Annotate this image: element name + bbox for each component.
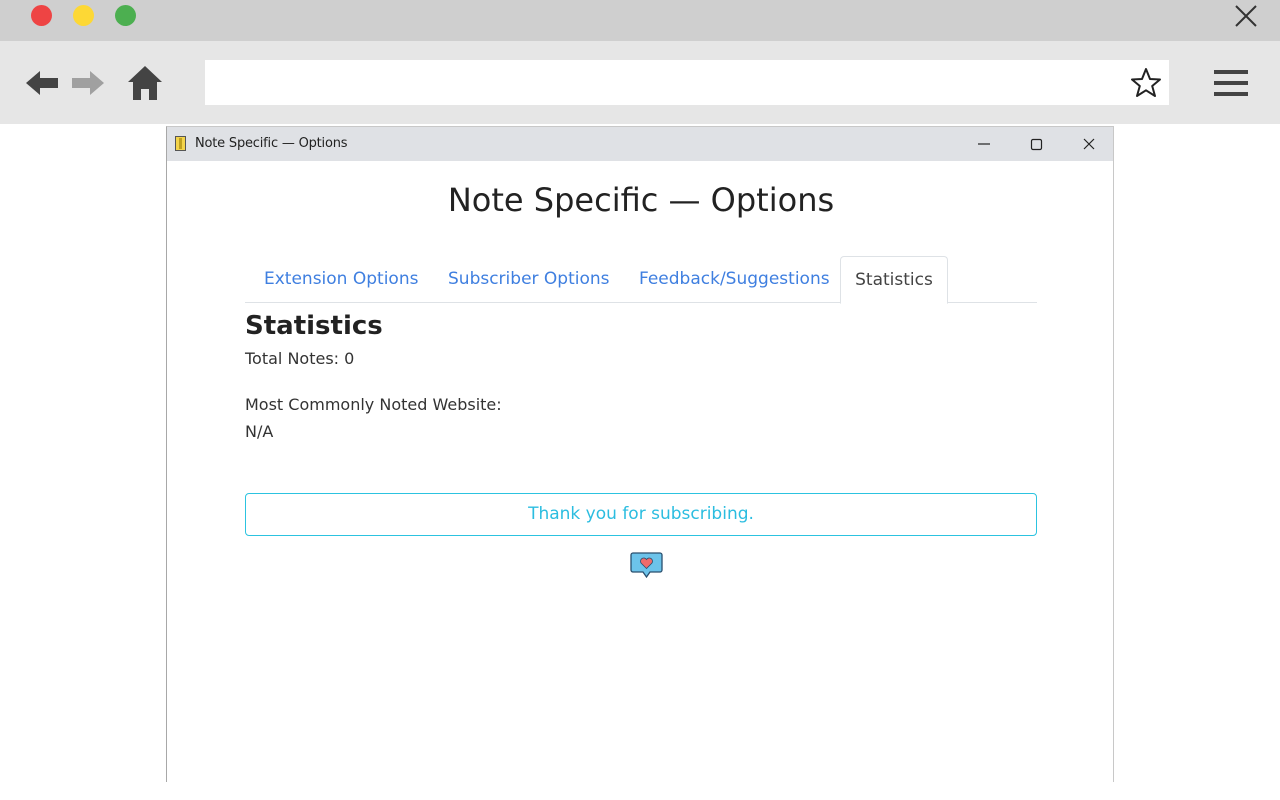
- total-notes-text: Total Notes: 0: [245, 349, 355, 368]
- hamburger-menu-icon: [1214, 70, 1248, 96]
- minimize-icon: [978, 143, 990, 145]
- back-button[interactable]: [22, 63, 62, 103]
- subscription-alert: Thank you for subscribing.: [245, 493, 1037, 536]
- maximize-icon: [1030, 138, 1043, 151]
- notepad-icon: [175, 136, 186, 151]
- tab-statistics[interactable]: Statistics: [840, 256, 948, 304]
- close-icon: [1083, 138, 1095, 150]
- minimize-window-dot[interactable]: [73, 5, 94, 26]
- address-bar: [205, 60, 1169, 105]
- forward-button[interactable]: [68, 63, 108, 103]
- tab-subscriber-options[interactable]: Subscriber Options: [448, 256, 610, 303]
- statistics-heading: Statistics: [245, 311, 383, 341]
- close-window-button[interactable]: [1069, 131, 1109, 157]
- window-title: Note Specific — Options: [195, 136, 348, 151]
- bookmark-button[interactable]: [1129, 66, 1163, 100]
- tab-extension-options[interactable]: Extension Options: [264, 256, 418, 303]
- browser-toolbar: [0, 41, 1280, 124]
- url-input[interactable]: [205, 60, 1105, 105]
- menu-button[interactable]: [1212, 65, 1250, 101]
- options-window: Note Specific — Options Note Specific — …: [166, 126, 1114, 782]
- most-common-website-value: N/A: [245, 422, 274, 441]
- options-tabs: Extension Options Subscriber Options Fee…: [245, 256, 1037, 304]
- close-window-dot[interactable]: [31, 5, 52, 26]
- arrow-left-icon: [26, 71, 58, 95]
- browser-titlebar: [0, 0, 1280, 41]
- maximize-window-dot[interactable]: [115, 5, 136, 26]
- page-title: Note Specific — Options: [447, 181, 835, 219]
- home-button[interactable]: [125, 63, 165, 103]
- most-common-website-label: Most Commonly Noted Website:: [245, 395, 502, 414]
- tab-feedback-suggestions[interactable]: Feedback/Suggestions: [639, 256, 830, 303]
- minimize-button[interactable]: [964, 131, 1004, 157]
- home-icon: [128, 66, 162, 100]
- arrow-right-icon: [72, 71, 104, 95]
- star-icon: [1131, 68, 1161, 97]
- maximize-button[interactable]: [1016, 131, 1056, 157]
- options-window-titlebar: Note Specific — Options: [167, 127, 1113, 161]
- close-icon[interactable]: [1234, 4, 1258, 28]
- heart-speech-bubble-icon[interactable]: [630, 551, 663, 579]
